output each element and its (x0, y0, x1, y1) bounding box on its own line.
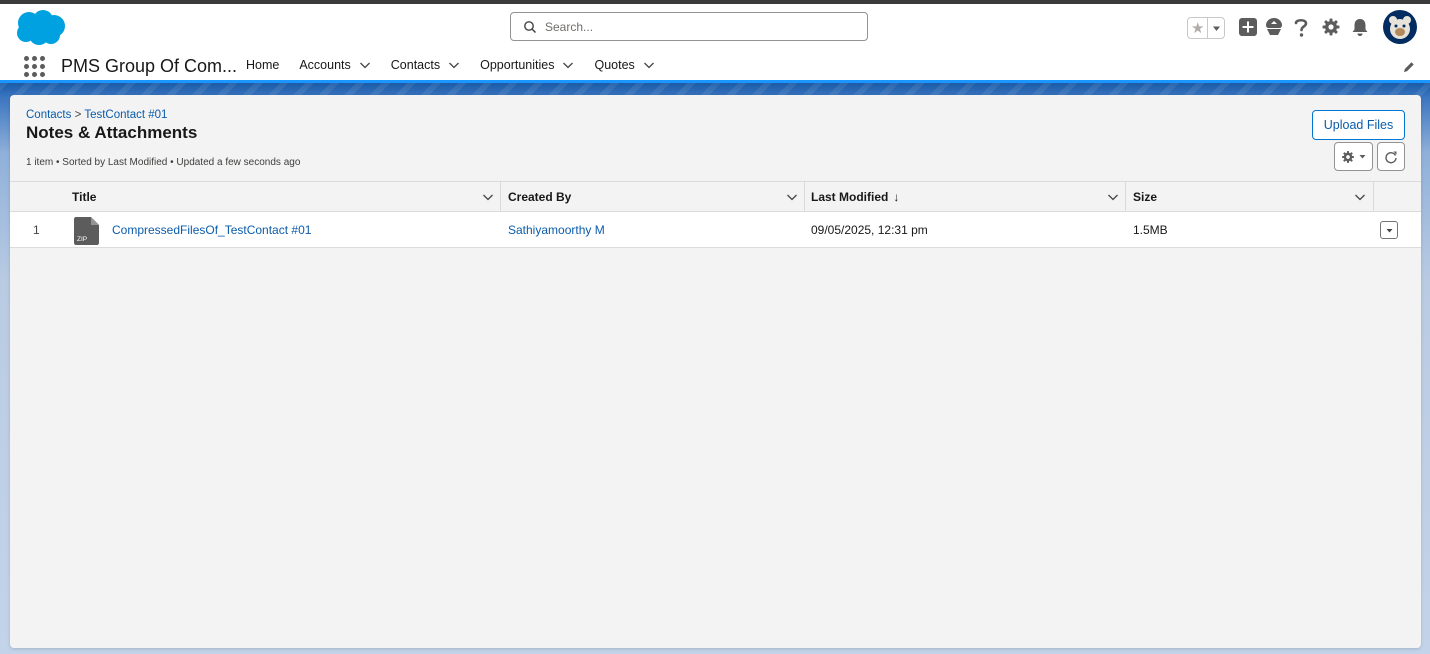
notifications-bell-icon (1352, 19, 1368, 36)
nav-item-home[interactable]: Home (236, 50, 289, 80)
refresh-button[interactable] (1377, 142, 1405, 171)
list-settings-button[interactable] (1334, 142, 1373, 171)
app-name: PMS Group Of Com... (61, 56, 238, 76)
nav-item-label: Home (246, 58, 280, 72)
row-actions-button[interactable] (1380, 221, 1398, 239)
chevron-down-icon[interactable] (786, 191, 798, 203)
breadcrumb-record-link[interactable]: TestContact #01 (84, 109, 167, 121)
created-by-link[interactable]: Sathiyamoorthy M (508, 212, 605, 248)
file-title-link[interactable]: CompressedFilesOf_TestContact #01 (112, 212, 311, 248)
gear-icon (1341, 150, 1354, 163)
nav-item-quotes[interactable]: Quotes (584, 50, 664, 80)
user-avatar[interactable] (1383, 10, 1417, 44)
nav-items: Home Accounts Contacts Opportunities Quo… (236, 50, 665, 80)
sort-descending-icon: ↓ (893, 189, 900, 204)
column-divider (500, 182, 501, 211)
favorites-menu-button[interactable] (1207, 18, 1224, 38)
zip-file-icon: ZIP (74, 217, 99, 245)
trailhead-button[interactable] (1263, 16, 1285, 38)
nav-item-opportunities[interactable]: Opportunities (470, 50, 584, 80)
global-header: ★ (0, 4, 1430, 50)
setup-button[interactable] (1321, 17, 1341, 37)
plus-icon (1239, 18, 1257, 36)
column-size-label: Size (1133, 189, 1158, 204)
file-type-label: ZIP (77, 236, 87, 243)
chevron-down-icon[interactable] (359, 59, 371, 71)
app-launcher-icon[interactable] (24, 56, 46, 77)
chevron-down-icon[interactable] (562, 59, 574, 71)
help-icon (1294, 18, 1308, 37)
column-divider (804, 182, 805, 211)
page-title: Notes & Attachments (26, 123, 198, 142)
row-number: 1 (33, 223, 40, 237)
setup-gear-icon (1322, 18, 1340, 36)
chevron-down-icon[interactable] (1107, 191, 1119, 203)
breadcrumb: Contacts > TestContact #01 (26, 109, 167, 121)
chevron-down-icon[interactable] (482, 191, 494, 203)
global-create-button[interactable] (1238, 17, 1258, 37)
trailhead-icon (1266, 18, 1282, 35)
size-value: 1.5MB (1133, 223, 1168, 237)
help-button[interactable] (1292, 16, 1310, 38)
column-divider (1373, 182, 1374, 211)
edit-nav-pencil-icon[interactable] (1402, 60, 1416, 74)
favorites-button[interactable]: ★ (1187, 17, 1225, 39)
caret-down-icon (1359, 155, 1365, 159)
chevron-down-icon[interactable] (448, 59, 460, 71)
table-header: Title Created By Last Modified ↓ Size (10, 181, 1421, 212)
caret-down-icon (1212, 26, 1220, 31)
breadcrumb-separator: > (74, 109, 82, 121)
favorites-star-icon[interactable]: ★ (1188, 18, 1207, 38)
column-last-modified-label: Last Modified (811, 189, 889, 204)
column-divider (1125, 182, 1126, 211)
nav-item-label: Accounts (299, 58, 351, 72)
notifications-button[interactable] (1350, 17, 1370, 37)
last-modified-value: 09/05/2025, 12:31 pm (811, 223, 928, 237)
astro-avatar-icon (1389, 16, 1411, 39)
app-navigation-bar: PMS Group Of Com... Home Accounts Contac… (0, 50, 1430, 83)
breadcrumb-contacts-link[interactable]: Contacts (26, 109, 71, 121)
column-header-created-by[interactable]: Created By (508, 182, 571, 211)
search-input[interactable] (545, 19, 845, 34)
related-list-card: Contacts > TestContact #01 Notes & Attac… (10, 95, 1421, 648)
nav-item-label: Opportunities (480, 58, 555, 72)
salesforce-cloud-logo[interactable] (12, 9, 66, 47)
global-search[interactable] (510, 12, 868, 41)
upload-files-button[interactable]: Upload Files (1312, 110, 1405, 140)
search-icon (524, 20, 537, 33)
column-header-last-modified[interactable]: Last Modified ↓ (811, 182, 899, 211)
chevron-down-icon[interactable] (1354, 191, 1366, 203)
nav-item-contacts[interactable]: Contacts (381, 50, 470, 80)
chevron-down-icon[interactable] (643, 59, 655, 71)
nav-item-accounts[interactable]: Accounts (289, 50, 380, 80)
column-created-by-label: Created By (508, 189, 572, 204)
column-header-size[interactable]: Size (1133, 182, 1157, 211)
refresh-icon (1385, 151, 1397, 163)
column-title-label: Title (72, 189, 97, 204)
caret-down-icon (1386, 228, 1392, 232)
column-header-title[interactable]: Title (72, 182, 96, 211)
nav-item-label: Contacts (390, 58, 441, 72)
list-info-text: 1 item • Sorted by Last Modified • Updat… (26, 157, 301, 168)
table-row: 1 ZIP CompressedFilesOf_TestContact #01 … (10, 212, 1421, 248)
nav-item-label: Quotes (594, 58, 635, 72)
